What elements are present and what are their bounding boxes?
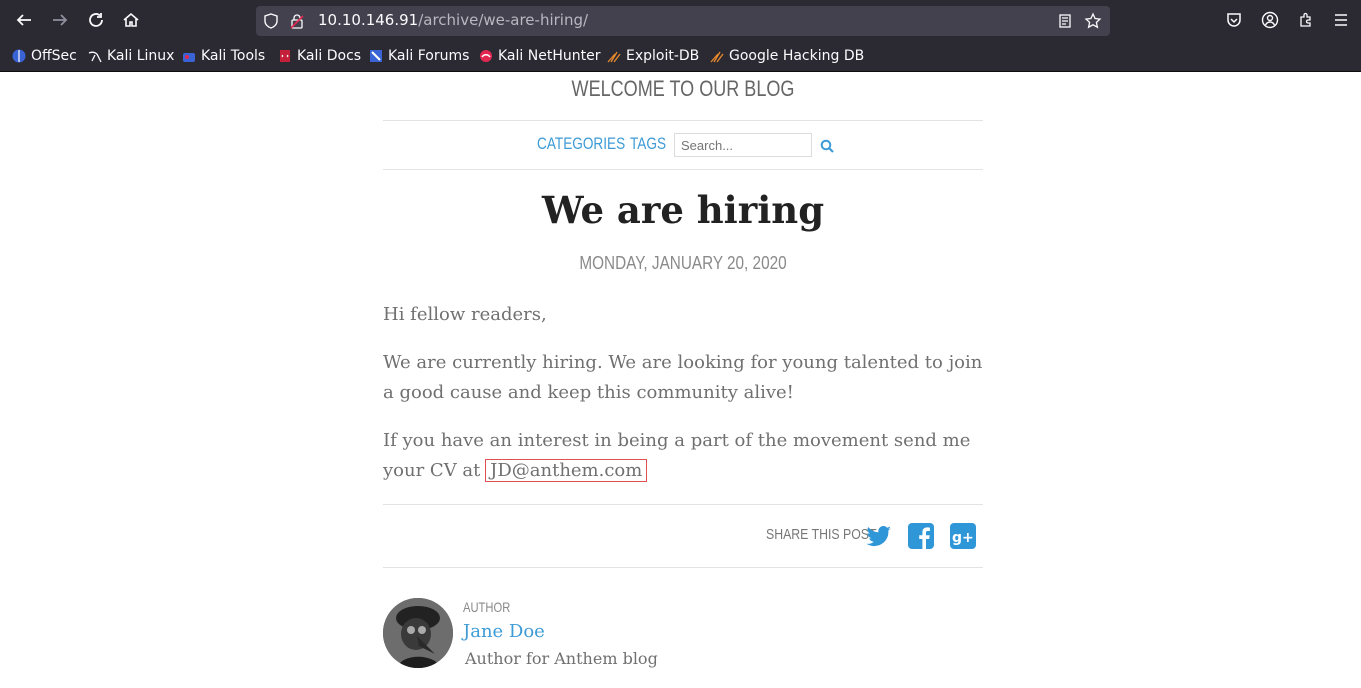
divider	[383, 169, 983, 170]
kali-tools-icon	[182, 49, 196, 63]
forward-button[interactable]	[48, 8, 72, 32]
author-bio: Author for Anthem blog	[465, 649, 658, 668]
back-arrow-icon	[16, 14, 31, 26]
post-paragraph: We are currently hiring. We are looking …	[383, 352, 983, 403]
bookmark-label: OffSec	[31, 48, 77, 64]
bookmark-label: Kali Forums	[388, 48, 470, 64]
bookmark-google-hacking-db[interactable]: Google Hacking DB	[710, 47, 864, 65]
bookmark-star-icon[interactable]	[1084, 12, 1102, 30]
blog-title[interactable]: WELCOME TO OUR BLOG	[437, 76, 929, 102]
author-label: AUTHOR	[463, 599, 511, 615]
home-icon	[123, 12, 139, 27]
facebook-icon[interactable]	[907, 522, 935, 550]
bookmark-kali-nethunter[interactable]: Kali NetHunter	[479, 47, 600, 65]
nethunter-icon	[479, 49, 493, 63]
url-path: /archive/we-are-hiring/	[418, 11, 589, 29]
insecure-lock-icon[interactable]	[288, 12, 306, 30]
divider	[383, 567, 983, 568]
author-avatar[interactable]	[383, 598, 453, 668]
bookmark-label: Kali NetHunter	[498, 48, 601, 64]
plague-doctor-avatar-icon	[383, 598, 453, 668]
post-date: MONDAY, JANUARY 20, 2020	[579, 253, 787, 273]
nav-tags[interactable]: TAGS	[630, 134, 666, 154]
bookmark-kali-docs[interactable]: Kali Docs	[278, 47, 361, 65]
bookmark-offsec[interactable]: OffSec	[12, 47, 77, 65]
bookmark-label: Kali Tools	[201, 48, 266, 64]
post-paragraph: If you have an interest in being a part …	[383, 426, 983, 486]
hamburger-menu-icon[interactable]	[1331, 10, 1351, 30]
nav-categories[interactable]: CATEGORIES	[537, 134, 625, 154]
bookmark-kali-forums[interactable]: Kali Forums	[369, 47, 469, 65]
reader-view-icon[interactable]	[1056, 12, 1074, 30]
google-plus-icon[interactable]: g+	[949, 522, 977, 550]
back-button[interactable]	[12, 8, 36, 32]
kali-docs-icon	[278, 49, 292, 63]
offsec-icon	[12, 49, 26, 63]
url-bar[interactable]: 10.10.146.91/archive/we-are-hiring/	[256, 6, 1110, 36]
extensions-icon[interactable]	[1296, 10, 1316, 30]
bookmark-kali-tools[interactable]: Kali Tools	[182, 47, 265, 65]
kali-dragon-icon	[88, 49, 102, 63]
bookmark-label: Kali Docs	[297, 48, 362, 64]
contact-email[interactable]: JD@anthem.com	[485, 459, 648, 482]
ghdb-icon	[710, 49, 724, 63]
bookmark-label: Google Hacking DB	[729, 48, 865, 64]
author-name-link[interactable]: Jane Doe	[463, 621, 545, 642]
search-input[interactable]	[674, 133, 812, 157]
forward-arrow-icon	[53, 14, 68, 26]
reload-icon	[89, 13, 103, 27]
post-title: We are hiring	[541, 188, 825, 232]
exploitdb-icon	[607, 49, 621, 63]
shield-icon[interactable]	[262, 12, 280, 30]
kali-forums-icon	[369, 49, 383, 63]
post-paragraph: Hi fellow readers,	[383, 304, 547, 325]
svg-text:g+: g+	[952, 530, 974, 546]
share-label: SHARE THIS POST	[766, 526, 877, 543]
search-icon[interactable]	[820, 139, 834, 153]
bookmark-kali-linux[interactable]: Kali Linux	[88, 47, 174, 65]
paragraph-text: If you have an interest in being a part …	[383, 430, 971, 481]
account-icon[interactable]	[1260, 10, 1280, 30]
url-host: 10.10.146.91	[318, 11, 419, 29]
bookmarks-bar: OffSec Kali Linux Kali Tools Kali Docs K…	[0, 41, 1361, 72]
home-button[interactable]	[119, 8, 143, 32]
bookmark-label: Exploit-DB	[626, 48, 700, 64]
twitter-icon[interactable]	[865, 522, 893, 550]
browser-toolbar: 10.10.146.91/archive/we-are-hiring/	[0, 0, 1361, 41]
divider	[383, 120, 983, 121]
page-content: WELCOME TO OUR BLOG CATEGORIES TAGS We a…	[0, 72, 1361, 688]
divider	[383, 504, 983, 505]
bookmark-label: Kali Linux	[107, 48, 175, 64]
url-text[interactable]: 10.10.146.91/archive/we-are-hiring/	[318, 11, 588, 29]
reload-button[interactable]	[84, 8, 108, 32]
bookmark-exploit-db[interactable]: Exploit-DB	[607, 47, 699, 65]
pocket-icon[interactable]	[1224, 10, 1244, 30]
